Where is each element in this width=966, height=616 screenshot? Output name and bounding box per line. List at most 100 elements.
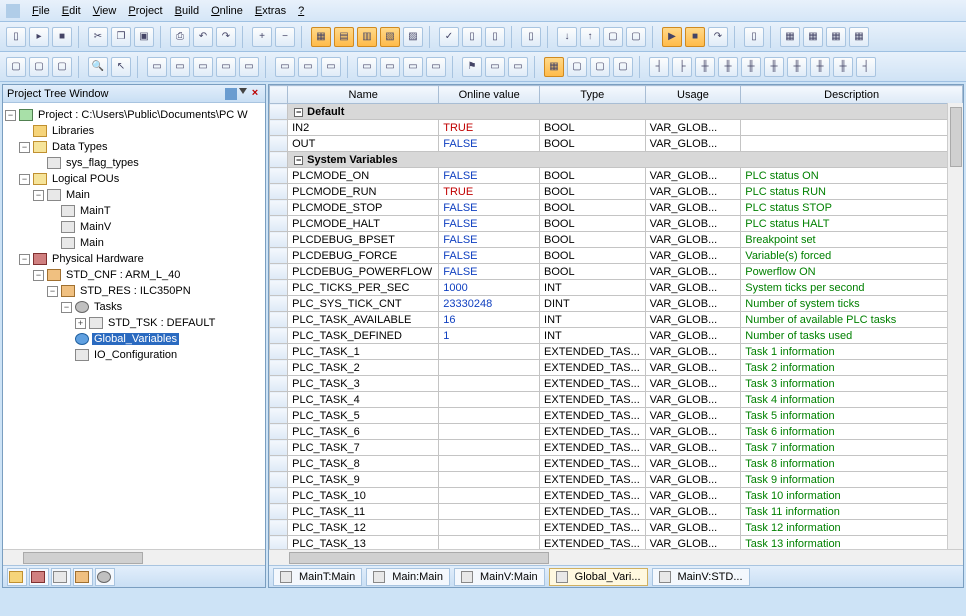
toggle-icon[interactable]: −: [61, 302, 72, 313]
table-row[interactable]: PLC_TASK_1EXTENDED_TAS...VAR_GLOB...Task…: [270, 344, 963, 360]
cell-description[interactable]: Task 6 information: [741, 424, 963, 440]
row-header[interactable]: [270, 488, 288, 504]
check-button[interactable]: ✓: [439, 27, 459, 47]
doc1-button[interactable]: ▯: [462, 27, 482, 47]
collapse-icon[interactable]: −: [5, 110, 16, 121]
cell-type[interactable]: BOOL: [540, 264, 646, 280]
c2-button[interactable]: ▭: [170, 57, 190, 77]
cell-type[interactable]: EXTENDED_TAS...: [540, 424, 646, 440]
cell-usage[interactable]: VAR_GLOB...: [645, 264, 741, 280]
cell-name[interactable]: PLC_SYS_TICK_CNT: [288, 296, 439, 312]
cell-online-value[interactable]: FALSE: [439, 232, 540, 248]
toggle-icon[interactable]: −: [19, 142, 30, 153]
col-name[interactable]: Name: [288, 86, 439, 104]
cell-type[interactable]: DINT: [540, 296, 646, 312]
tree-node[interactable]: −Tasks: [5, 299, 263, 315]
cell-description[interactable]: Task 1 information: [741, 344, 963, 360]
toggle-icon[interactable]: +: [75, 318, 86, 329]
w6-button[interactable]: ╫: [764, 57, 784, 77]
cell-usage[interactable]: VAR_GLOB...: [645, 424, 741, 440]
arrow-button[interactable]: ↖: [111, 57, 131, 77]
cell-description[interactable]: Task 4 information: [741, 392, 963, 408]
step-button[interactable]: ↷: [708, 27, 728, 47]
table-row[interactable]: PLCMODE_STOPFALSEBOOLVAR_GLOB...PLC stat…: [270, 200, 963, 216]
t2-button[interactable]: ▭: [508, 57, 528, 77]
row-header[interactable]: [270, 168, 288, 184]
cell-usage[interactable]: VAR_GLOB...: [645, 248, 741, 264]
menu-build[interactable]: Build: [169, 3, 205, 19]
view1-button[interactable]: ▦: [311, 27, 331, 47]
table-row[interactable]: PLCMODE_HALTFALSEBOOLVAR_GLOB...PLC stat…: [270, 216, 963, 232]
tree-tab-2[interactable]: [29, 568, 49, 586]
tree-tab-5[interactable]: [95, 568, 115, 586]
row-header[interactable]: [270, 456, 288, 472]
cell-name[interactable]: PLCMODE_ON: [288, 168, 439, 184]
cell-description[interactable]: [741, 120, 963, 136]
cell-online-value[interactable]: [439, 456, 540, 472]
cell-name[interactable]: PLC_TASK_9: [288, 472, 439, 488]
save-button[interactable]: ■: [52, 27, 72, 47]
cell-type[interactable]: EXTENDED_TAS...: [540, 488, 646, 504]
cell-name[interactable]: PLC_TASK_7: [288, 440, 439, 456]
cell-usage[interactable]: VAR_GLOB...: [645, 296, 741, 312]
row-header[interactable]: [270, 264, 288, 280]
ul-button[interactable]: ↑: [580, 27, 600, 47]
l1-button[interactable]: ▭: [357, 57, 377, 77]
w8-button[interactable]: ╫: [810, 57, 830, 77]
table-row[interactable]: PLC_TASK_7EXTENDED_TAS...VAR_GLOB...Task…: [270, 440, 963, 456]
grid-hscrollbar[interactable]: [269, 549, 963, 565]
cell-usage[interactable]: VAR_GLOB...: [645, 344, 741, 360]
cell-description[interactable]: [741, 136, 963, 152]
w3-button[interactable]: ╫: [695, 57, 715, 77]
table-row[interactable]: PLCMODE_ONFALSEBOOLVAR_GLOB...PLC status…: [270, 168, 963, 184]
row-header[interactable]: [270, 360, 288, 376]
cell-online-value[interactable]: [439, 360, 540, 376]
grid-vscrollbar[interactable]: [947, 103, 963, 549]
cell-type[interactable]: EXTENDED_TAS...: [540, 360, 646, 376]
cell-online-value[interactable]: TRUE: [439, 120, 540, 136]
tree-node[interactable]: −Physical Hardware: [5, 251, 263, 267]
cell-online-value[interactable]: FALSE: [439, 216, 540, 232]
cell-online-value[interactable]: TRUE: [439, 184, 540, 200]
o3-button[interactable]: ▢: [613, 57, 633, 77]
row-header[interactable]: [270, 520, 288, 536]
cell-online-value[interactable]: [439, 344, 540, 360]
cell-usage[interactable]: VAR_GLOB...: [645, 232, 741, 248]
table-row[interactable]: PLC_TASK_6EXTENDED_TAS...VAR_GLOB...Task…: [270, 424, 963, 440]
cell-usage[interactable]: VAR_GLOB...: [645, 376, 741, 392]
dropdown-icon[interactable]: [239, 88, 247, 94]
table-row[interactable]: PLC_TICKS_PER_SEC1000INTVAR_GLOB...Syste…: [270, 280, 963, 296]
table-row[interactable]: PLC_TASK_AVAILABLE16INTVAR_GLOB...Number…: [270, 312, 963, 328]
cell-usage[interactable]: VAR_GLOB...: [645, 168, 741, 184]
row-header[interactable]: [270, 424, 288, 440]
cell-name[interactable]: PLC_TASK_8: [288, 456, 439, 472]
cell-name[interactable]: PLC_TASK_12: [288, 520, 439, 536]
cell-type[interactable]: BOOL: [540, 120, 646, 136]
w2-button[interactable]: ├: [672, 57, 692, 77]
stop-button[interactable]: ■: [685, 27, 705, 47]
cell-usage[interactable]: VAR_GLOB...: [645, 136, 741, 152]
cell-online-value[interactable]: [439, 376, 540, 392]
cell-description[interactable]: Breakpoint set: [741, 232, 963, 248]
cell-description[interactable]: PLC status HALT: [741, 216, 963, 232]
cell-usage[interactable]: VAR_GLOB...: [645, 392, 741, 408]
table-row[interactable]: PLC_TASK_10EXTENDED_TAS...VAR_GLOB...Tas…: [270, 488, 963, 504]
n3-button[interactable]: ▭: [321, 57, 341, 77]
row-header[interactable]: [270, 328, 288, 344]
row-header[interactable]: [270, 344, 288, 360]
table-row[interactable]: PLC_TASK_4EXTENDED_TAS...VAR_GLOB...Task…: [270, 392, 963, 408]
row-header[interactable]: [270, 392, 288, 408]
layout4-button[interactable]: ▦: [849, 27, 869, 47]
cell-description[interactable]: System ticks per second: [741, 280, 963, 296]
cell-name[interactable]: OUT: [288, 136, 439, 152]
cell-type[interactable]: INT: [540, 312, 646, 328]
tree-node[interactable]: MainV: [5, 219, 263, 235]
cell-type[interactable]: BOOL: [540, 248, 646, 264]
row-header[interactable]: [270, 216, 288, 232]
cell-usage[interactable]: VAR_GLOB...: [645, 184, 741, 200]
layout3-button[interactable]: ▦: [826, 27, 846, 47]
row-header[interactable]: [270, 296, 288, 312]
row-header[interactable]: [270, 200, 288, 216]
cell-usage[interactable]: VAR_GLOB...: [645, 488, 741, 504]
cell-usage[interactable]: VAR_GLOB...: [645, 440, 741, 456]
